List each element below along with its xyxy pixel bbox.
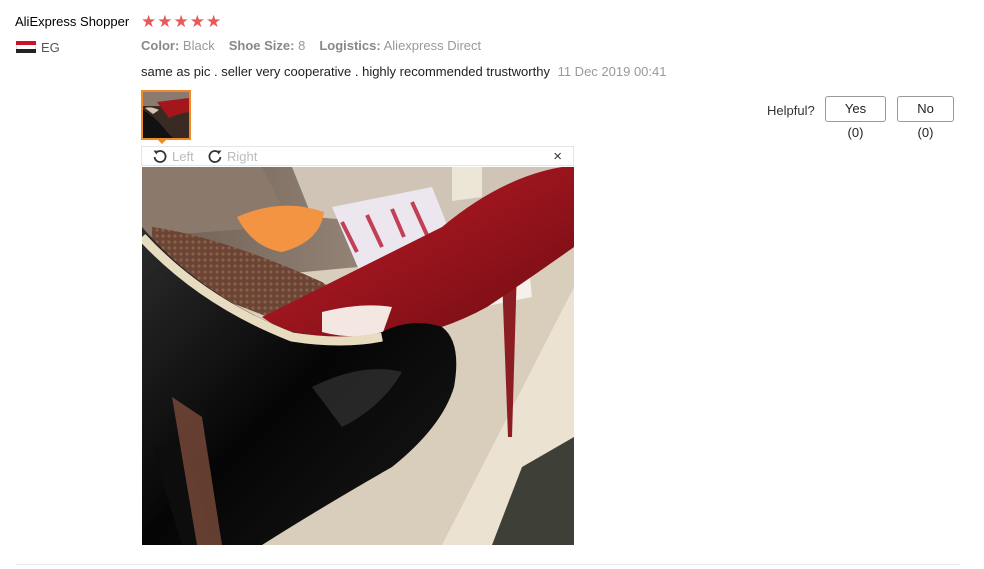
star-icon: ★ <box>157 12 173 31</box>
rotate-left-label: Left <box>172 148 194 164</box>
product-attributes: Color: Black Shoe Size: 8 Logistics: Ali… <box>141 38 481 53</box>
close-icon: × <box>553 148 562 165</box>
star-icon: ★ <box>141 12 157 31</box>
country-code: EG <box>41 40 60 55</box>
helpful-label: Helpful? <box>767 103 815 118</box>
review-body: same as pic . seller very cooperative . … <box>141 64 666 79</box>
rotate-left-icon <box>153 150 167 163</box>
attribute-shoe-size: Shoe Size: 8 <box>229 38 306 53</box>
review-date: 11 Dec 2019 00:41 <box>557 64 667 79</box>
attribute-value: 8 <box>298 38 306 53</box>
attribute-color: Color: Black <box>141 38 215 53</box>
thumbnail-pointer <box>156 138 168 144</box>
star-icon: ★ <box>173 12 189 31</box>
review-photo-enlarged <box>142 167 574 545</box>
egypt-flag-icon <box>16 41 36 53</box>
reviewer-name: AliExpress Shopper <box>15 14 130 29</box>
review-divider <box>16 564 960 565</box>
rotate-right-button[interactable]: Right <box>207 148 257 164</box>
rating-stars: ★ ★ ★ ★ ★ <box>141 12 221 32</box>
rotate-right-icon <box>208 150 222 163</box>
star-icon: ★ <box>189 12 205 31</box>
rotate-left-button[interactable]: Left <box>152 148 194 164</box>
helpful-yes-button[interactable]: Yes (0) <box>825 96 886 140</box>
helpful-no-button[interactable]: No (0) <box>897 96 954 140</box>
attribute-value: Aliexpress Direct <box>383 38 482 53</box>
rotate-right-label: Right <box>227 148 258 164</box>
review-photo-thumbnail[interactable] <box>141 90 191 140</box>
image-viewer-toolbar: Left Right × <box>141 146 574 166</box>
attribute-label: Shoe Size: <box>228 38 295 53</box>
attribute-logistics: Logistics: Aliexpress Direct <box>319 38 481 53</box>
attribute-label: Color: <box>141 38 180 53</box>
close-viewer-button[interactable]: × <box>553 148 562 165</box>
attribute-label: Logistics: <box>319 38 381 53</box>
attribute-value: Black <box>182 38 215 53</box>
star-icon: ★ <box>206 12 222 31</box>
review-text: same as pic . seller very cooperative . … <box>141 64 550 79</box>
